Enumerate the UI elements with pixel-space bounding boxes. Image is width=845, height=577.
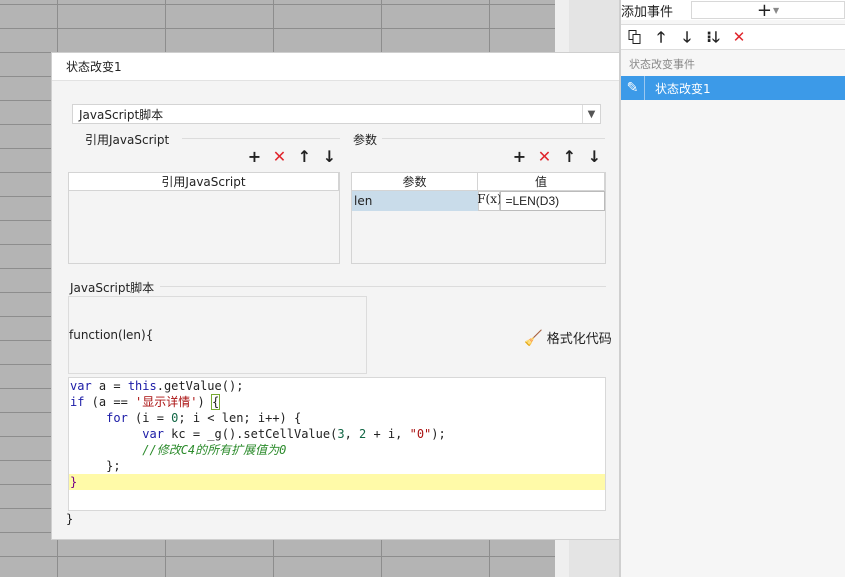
code-line: for (i = 0; i < len; i++) { [106, 411, 302, 425]
code-line: } [69, 474, 605, 490]
move-up-icon[interactable]: 🡑 [653, 29, 669, 45]
delete-icon[interactable]: ✕ [537, 149, 552, 165]
move-up-icon[interactable]: ↑ [297, 149, 312, 165]
code-line: var kc = _g().setCellValue(3, 2 + i, "0"… [142, 427, 446, 441]
ref-js-table: 引用JavaScript [68, 172, 340, 264]
event-panel-header: 添加事件 + ▼ [621, 0, 845, 21]
divider [160, 286, 606, 287]
ref-js-column-header: 引用JavaScript [69, 173, 339, 190]
divider [182, 138, 340, 139]
script-type-value: JavaScript脚本 [79, 107, 164, 122]
function-header-text: function(len){ [69, 328, 154, 342]
copy-icon[interactable] [627, 29, 643, 45]
chevron-down-icon[interactable]: ▼ [582, 105, 600, 123]
event-list-item-label: 状态改变1 [655, 81, 711, 96]
delete-icon[interactable]: ✕ [731, 29, 747, 45]
params-section-title: 参数 [353, 133, 378, 147]
event-list-item[interactable]: ✎ 状态改变1 [621, 76, 845, 100]
script-section-title: JavaScript脚本 [70, 281, 155, 295]
event-panel: 添加事件 + ▼ 🡑 🡓 ⁝🡓 ✕ 状态改变事件 ✎ 状态改变1 [620, 0, 845, 577]
add-icon[interactable]: + [247, 149, 262, 165]
add-icon[interactable]: + [512, 149, 527, 165]
move-down-icon[interactable]: 🡓 [679, 29, 695, 45]
param-value-column-header: 值 [478, 173, 605, 190]
event-toolbar: 🡑 🡓 ⁝🡓 ✕ [621, 24, 845, 50]
ref-js-table-header: 引用JavaScript [69, 173, 339, 191]
script-type-select[interactable]: JavaScript脚本 ▼ [72, 104, 601, 124]
formula-fx-icon[interactable]: F(x) [477, 191, 502, 211]
code-editor[interactable]: var a = this.getValue(); if (a == '显示详情'… [68, 377, 606, 511]
format-code-button[interactable]: 🧹 格式化代码 [524, 328, 612, 348]
function-header-box: function(len){ [68, 296, 367, 374]
ref-js-toolbar: + ✕ ↑ ↓ [247, 149, 337, 165]
format-code-label: 格式化代码 [546, 332, 612, 347]
code-line: }; [70, 459, 121, 473]
param-name-column-header: 参数 [352, 173, 478, 190]
code-line: var a = this.getValue(); [70, 379, 244, 393]
event-dialog: 状态改变1 JavaScript脚本 ▼ 引用JavaScript + ✕ ↑ … [51, 52, 620, 540]
move-down-icon[interactable]: ↓ [322, 149, 337, 165]
chevron-down-icon: ▼ [772, 5, 780, 15]
table-row[interactable]: len F(x) =LEN(D3) [352, 191, 605, 211]
move-up-icon[interactable]: ↑ [562, 149, 577, 165]
ref-js-section-title: 引用JavaScript [85, 133, 170, 147]
param-value-input[interactable]: =LEN(D3) [500, 191, 605, 211]
params-toolbar: + ✕ ↑ ↓ [512, 149, 602, 165]
divider [382, 138, 605, 139]
broom-icon: 🧹 [524, 328, 543, 347]
edit-pencil-icon[interactable]: ✎ [621, 76, 645, 100]
params-table: 参数 值 len F(x) =LEN(D3) [351, 172, 606, 264]
event-panel-title: 添加事件 [621, 4, 674, 20]
function-closing-brace: } [66, 512, 74, 526]
add-event-button[interactable]: + ▼ [691, 0, 845, 21]
dialog-title: 状态改变1 [52, 53, 619, 81]
plus-icon: + [756, 0, 772, 21]
move-down-icon[interactable]: ↓ [587, 149, 602, 165]
code-line: if (a == '显示详情') { [70, 394, 221, 410]
params-table-header: 参数 值 [352, 173, 605, 191]
delete-icon[interactable]: ✕ [272, 149, 287, 165]
param-name-cell[interactable]: len [352, 191, 479, 211]
move-to-bottom-icon[interactable]: ⁝🡓 [705, 29, 721, 45]
code-line: //修改C4的所有扩展值为0 [142, 443, 287, 457]
event-list-caption: 状态改变事件 [629, 58, 695, 71]
